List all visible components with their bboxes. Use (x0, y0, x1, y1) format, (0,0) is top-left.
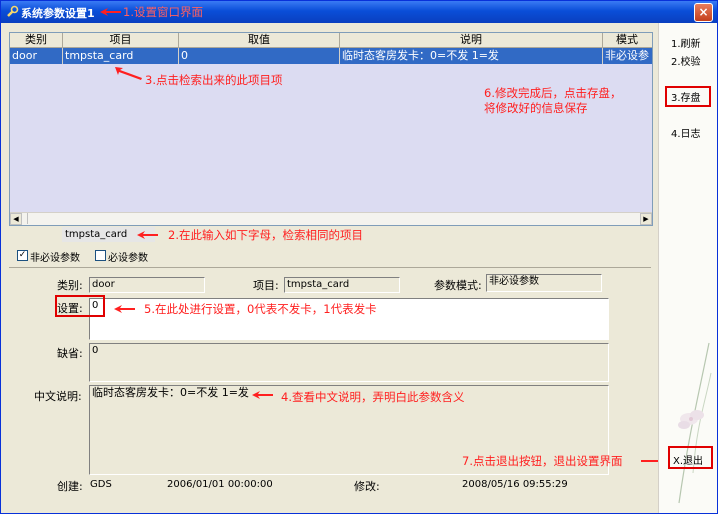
exit-highlight-box (668, 446, 713, 469)
modified-label: 修改: (354, 480, 380, 493)
annotation-arrow-icon (252, 391, 273, 399)
annotation-6-line1: 6.修改完成后，点击存盘， (484, 86, 622, 100)
description-label: 中文说明: (34, 390, 82, 403)
annotation-3: 3.点击检索出来的此项目项 (145, 73, 283, 87)
annotation-arrow-icon (115, 67, 142, 80)
optional-params-checkbox[interactable]: ✓ (17, 250, 28, 261)
cell-item: tmpsta_card (63, 48, 179, 64)
created-label: 创建: (57, 480, 83, 493)
column-header-description[interactable]: 说明 (340, 33, 603, 47)
mode-field: 非必设参数 (486, 274, 602, 292)
save-highlight-box (665, 86, 711, 107)
cell-value: 0 (179, 48, 340, 64)
annotation-4: 4.查看中文说明，弄明白此参数含义 (281, 390, 465, 404)
column-header-mode[interactable]: 模式 (603, 33, 651, 47)
annotation-6-line2: 将修改好的信息保存 (484, 101, 588, 115)
column-header-item[interactable]: 项目 (63, 33, 179, 47)
wrench-icon (7, 5, 19, 17)
column-header-category[interactable]: 类别 (10, 33, 63, 47)
cell-mode: 非必设参 (605, 49, 649, 62)
refresh-button[interactable]: 1.刷新 (671, 35, 701, 50)
parameter-grid[interactable]: 类别 项目 取值 说明 模式 door tmpsta_card 0 临时态客房发… (9, 32, 653, 226)
category-label: 类别: (57, 279, 83, 292)
annotation-arrow-icon (137, 231, 158, 239)
optional-params-label: 非必设参数 (30, 253, 80, 264)
default-label: 缺省: (57, 347, 83, 360)
annotation-arrow-icon (114, 305, 135, 313)
annotation-5: 5.在此处进行设置，0代表不发卡，1代表发卡 (144, 302, 377, 316)
close-button[interactable]: × (694, 3, 713, 22)
item-label: 项目: (253, 279, 279, 292)
scroll-left-icon[interactable]: ◀ (10, 213, 22, 225)
window-title: 系统参数设置1 (21, 7, 95, 20)
grid-header: 类别 项目 取值 说明 模式 (10, 33, 652, 48)
column-header-value[interactable]: 取值 (179, 33, 340, 47)
settings-window: 系统参数设置1 × 1.设置窗口界面 类别 项目 取值 说明 模式 door t… (0, 0, 718, 514)
created-time: 2006/01/01 00:00:00 (167, 479, 273, 490)
mode-label: 参数模式: (434, 279, 482, 292)
item-field: tmpsta_card (284, 277, 400, 293)
modified-time: 2008/05/16 09:55:29 (462, 479, 568, 490)
annotation-2: 2.在此输入如下字母，检索相同的项目 (168, 228, 363, 242)
default-field: 0 (89, 343, 609, 382)
required-params-checkbox[interactable] (95, 250, 106, 261)
annotation-7: 7.点击退出按钮，退出设置界面 (462, 454, 623, 468)
category-field: door (89, 277, 205, 293)
cell-description: 临时态客房发卡：0=不发 1=发 (340, 48, 603, 64)
annotation-1: 1.设置窗口界面 (123, 5, 203, 19)
filter-row: ✓ 非必设参数 必设参数 (9, 245, 651, 265)
annotation-arrow-icon (100, 8, 121, 16)
orchid-decoration-icon (678, 342, 712, 504)
cell-category: door (10, 48, 63, 64)
verify-button[interactable]: 2.校验 (671, 53, 701, 68)
scroll-right-icon[interactable]: ▶ (640, 213, 652, 225)
table-row[interactable]: door tmpsta_card 0 临时态客房发卡：0=不发 1=发 非必设参 (10, 48, 652, 64)
horizontal-scrollbar[interactable]: ◀ ▶ (10, 212, 652, 225)
highlight-box (55, 295, 105, 317)
required-params-label: 必设参数 (108, 253, 148, 264)
scroll-thumb[interactable] (22, 213, 28, 224)
created-by: GDS (90, 479, 112, 490)
log-button[interactable]: 4.日志 (671, 125, 701, 140)
